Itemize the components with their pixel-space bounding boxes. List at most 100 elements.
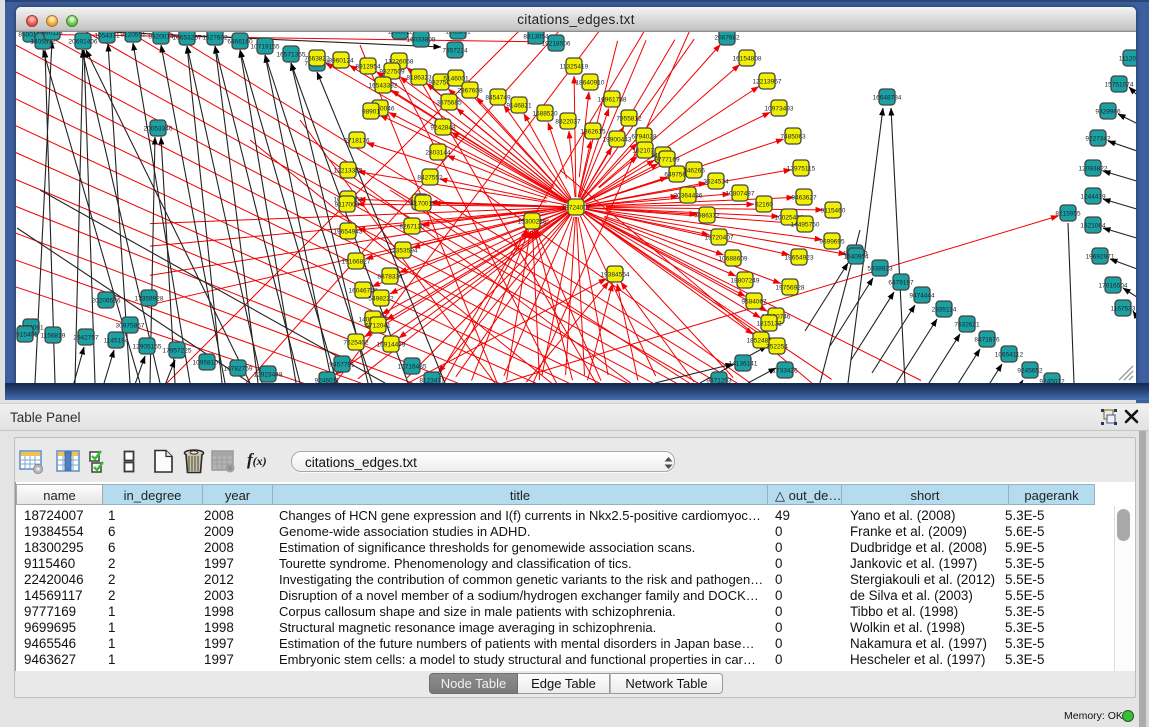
svg-text:1527602: 1527602 xyxy=(202,35,228,42)
svg-text:1640954: 1640954 xyxy=(843,254,869,261)
svg-text:8267130: 8267130 xyxy=(399,224,425,231)
svg-text:8878334: 8878334 xyxy=(377,274,403,281)
svg-text:16914479: 16914479 xyxy=(377,342,406,349)
svg-text:2087682: 2087682 xyxy=(714,35,740,42)
svg-text:16961758: 16961758 xyxy=(598,97,627,104)
svg-text:9117004: 9117004 xyxy=(335,202,360,209)
svg-text:7663822: 7663822 xyxy=(304,56,330,63)
svg-text:8320014: 8320014 xyxy=(148,34,174,41)
svg-text:8960124: 8960124 xyxy=(328,58,354,65)
svg-text:16782759: 16782759 xyxy=(224,366,253,373)
svg-text:2967608: 2967608 xyxy=(457,88,483,95)
svg-text:2942757: 2942757 xyxy=(73,335,99,342)
svg-text:1815132: 1815132 xyxy=(756,321,782,328)
svg-text:16571355: 16571355 xyxy=(277,52,306,59)
svg-text:9120551: 9120551 xyxy=(120,32,146,39)
svg-text:1145194: 1145194 xyxy=(104,338,129,345)
svg-text:19654923: 19654923 xyxy=(785,255,814,262)
svg-text:18640910: 18640910 xyxy=(576,80,605,87)
svg-text:10653267: 10653267 xyxy=(173,35,202,42)
svg-text:1244419: 1244419 xyxy=(1080,194,1106,201)
svg-text:3875685: 3875685 xyxy=(436,100,462,107)
svg-text:6479197: 6479197 xyxy=(888,280,914,287)
svg-text:3624534: 3624534 xyxy=(703,179,729,186)
svg-text:990113: 990113 xyxy=(41,32,63,37)
svg-text:12975115: 12975115 xyxy=(787,166,816,173)
svg-text:19218506: 19218506 xyxy=(542,41,571,48)
svg-text:1621064: 1621064 xyxy=(1080,223,1106,230)
svg-text:9463627: 9463627 xyxy=(791,195,817,202)
svg-text:8427552: 8427552 xyxy=(417,175,443,182)
svg-text:15720407: 15720407 xyxy=(705,235,734,242)
svg-text:6466160: 6466160 xyxy=(227,39,253,46)
svg-text:8471676: 8471676 xyxy=(974,337,1000,344)
svg-text:7485063: 7485063 xyxy=(780,134,806,141)
svg-text:3915401: 3915401 xyxy=(16,332,38,339)
svg-text:8322037: 8322037 xyxy=(555,119,581,126)
svg-text:9699695: 9699695 xyxy=(819,239,845,246)
svg-text:1733426: 1733426 xyxy=(772,368,798,375)
svg-text:16154808: 16154808 xyxy=(733,56,762,63)
svg-text:19900443: 19900443 xyxy=(603,137,632,144)
svg-text:12093822: 12093822 xyxy=(1079,166,1108,173)
svg-text:14136141: 14136141 xyxy=(729,361,758,368)
svg-text:10973493: 10973493 xyxy=(765,106,794,113)
svg-text:14495750: 14495750 xyxy=(791,222,820,229)
svg-text:16543382: 16543382 xyxy=(369,83,398,90)
svg-text:30975867: 30975867 xyxy=(116,323,145,330)
svg-text:9684067: 9684067 xyxy=(741,299,767,306)
svg-text:17359928: 17359928 xyxy=(135,296,164,303)
svg-text:9146821: 9146821 xyxy=(506,103,532,110)
svg-text:2803144: 2803144 xyxy=(425,150,451,157)
svg-text:20364436: 20364436 xyxy=(674,193,703,200)
svg-text:17957225: 17957225 xyxy=(163,348,192,355)
svg-text:19654943: 19654943 xyxy=(334,229,363,236)
svg-text:9242848: 9242848 xyxy=(430,125,456,132)
svg-text:7625402: 7625402 xyxy=(343,340,369,347)
svg-text:10719155: 10719155 xyxy=(251,44,280,51)
svg-text:8454749: 8454749 xyxy=(485,95,511,102)
svg-text:7357224: 7357224 xyxy=(442,48,468,55)
svg-text:98901: 98901 xyxy=(362,109,380,116)
svg-text:17016504: 17016504 xyxy=(1099,283,1128,290)
svg-text:1167533: 1167533 xyxy=(1111,306,1136,313)
svg-text:16033809: 16033809 xyxy=(407,37,436,44)
svg-text:9777169: 9777169 xyxy=(654,157,680,164)
svg-text:20053346: 20053346 xyxy=(144,126,173,133)
svg-text:1112035: 1112035 xyxy=(1119,56,1136,63)
svg-text:11325419: 11325419 xyxy=(560,64,589,71)
svg-text:9329966: 9329966 xyxy=(1095,109,1121,116)
svg-text:9327509: 9327509 xyxy=(379,69,405,76)
svg-text:12353594: 12353594 xyxy=(389,248,418,255)
svg-text:19756928: 19756928 xyxy=(776,285,805,292)
svg-text:8912954: 8912954 xyxy=(355,64,381,71)
svg-text:1362615: 1362615 xyxy=(580,129,606,136)
svg-text:18807249: 18807249 xyxy=(731,278,760,285)
svg-text:8215955: 8215955 xyxy=(1055,211,1081,218)
svg-text:62160: 62160 xyxy=(755,202,773,209)
svg-text:20206536: 20206536 xyxy=(92,298,121,305)
svg-text:4170012: 4170012 xyxy=(410,201,436,208)
svg-text:1156819: 1156819 xyxy=(41,333,66,340)
svg-text:1908311: 1908311 xyxy=(388,32,413,36)
svg-text:12213967: 12213967 xyxy=(753,79,782,86)
svg-text:1054371: 1054371 xyxy=(94,33,120,40)
svg-text:18724007: 18724007 xyxy=(562,205,591,212)
svg-text:12213369: 12213369 xyxy=(334,168,363,175)
svg-text:10654112: 10654112 xyxy=(995,352,1024,359)
svg-text:12923448: 12923448 xyxy=(254,372,283,379)
svg-text:7632621: 7632621 xyxy=(954,322,980,329)
svg-text:746266: 746266 xyxy=(683,168,705,175)
svg-text:16648784: 16648784 xyxy=(873,95,902,102)
svg-text:1588520: 1588520 xyxy=(532,111,558,118)
svg-text:10688609: 10688609 xyxy=(719,256,748,263)
svg-text:1033801: 1033801 xyxy=(445,32,471,36)
svg-text:7986372: 7986372 xyxy=(694,213,720,220)
svg-text:12905155: 12905155 xyxy=(133,344,162,351)
svg-text:10807487: 10807487 xyxy=(726,191,755,198)
svg-text:5938923: 5938923 xyxy=(867,266,893,273)
svg-text:19692971: 19692971 xyxy=(1086,254,1115,261)
svg-text:15716485: 15716485 xyxy=(398,364,427,371)
svg-text:10958107: 10958107 xyxy=(193,360,222,367)
svg-text:9245652: 9245652 xyxy=(1017,368,1043,375)
